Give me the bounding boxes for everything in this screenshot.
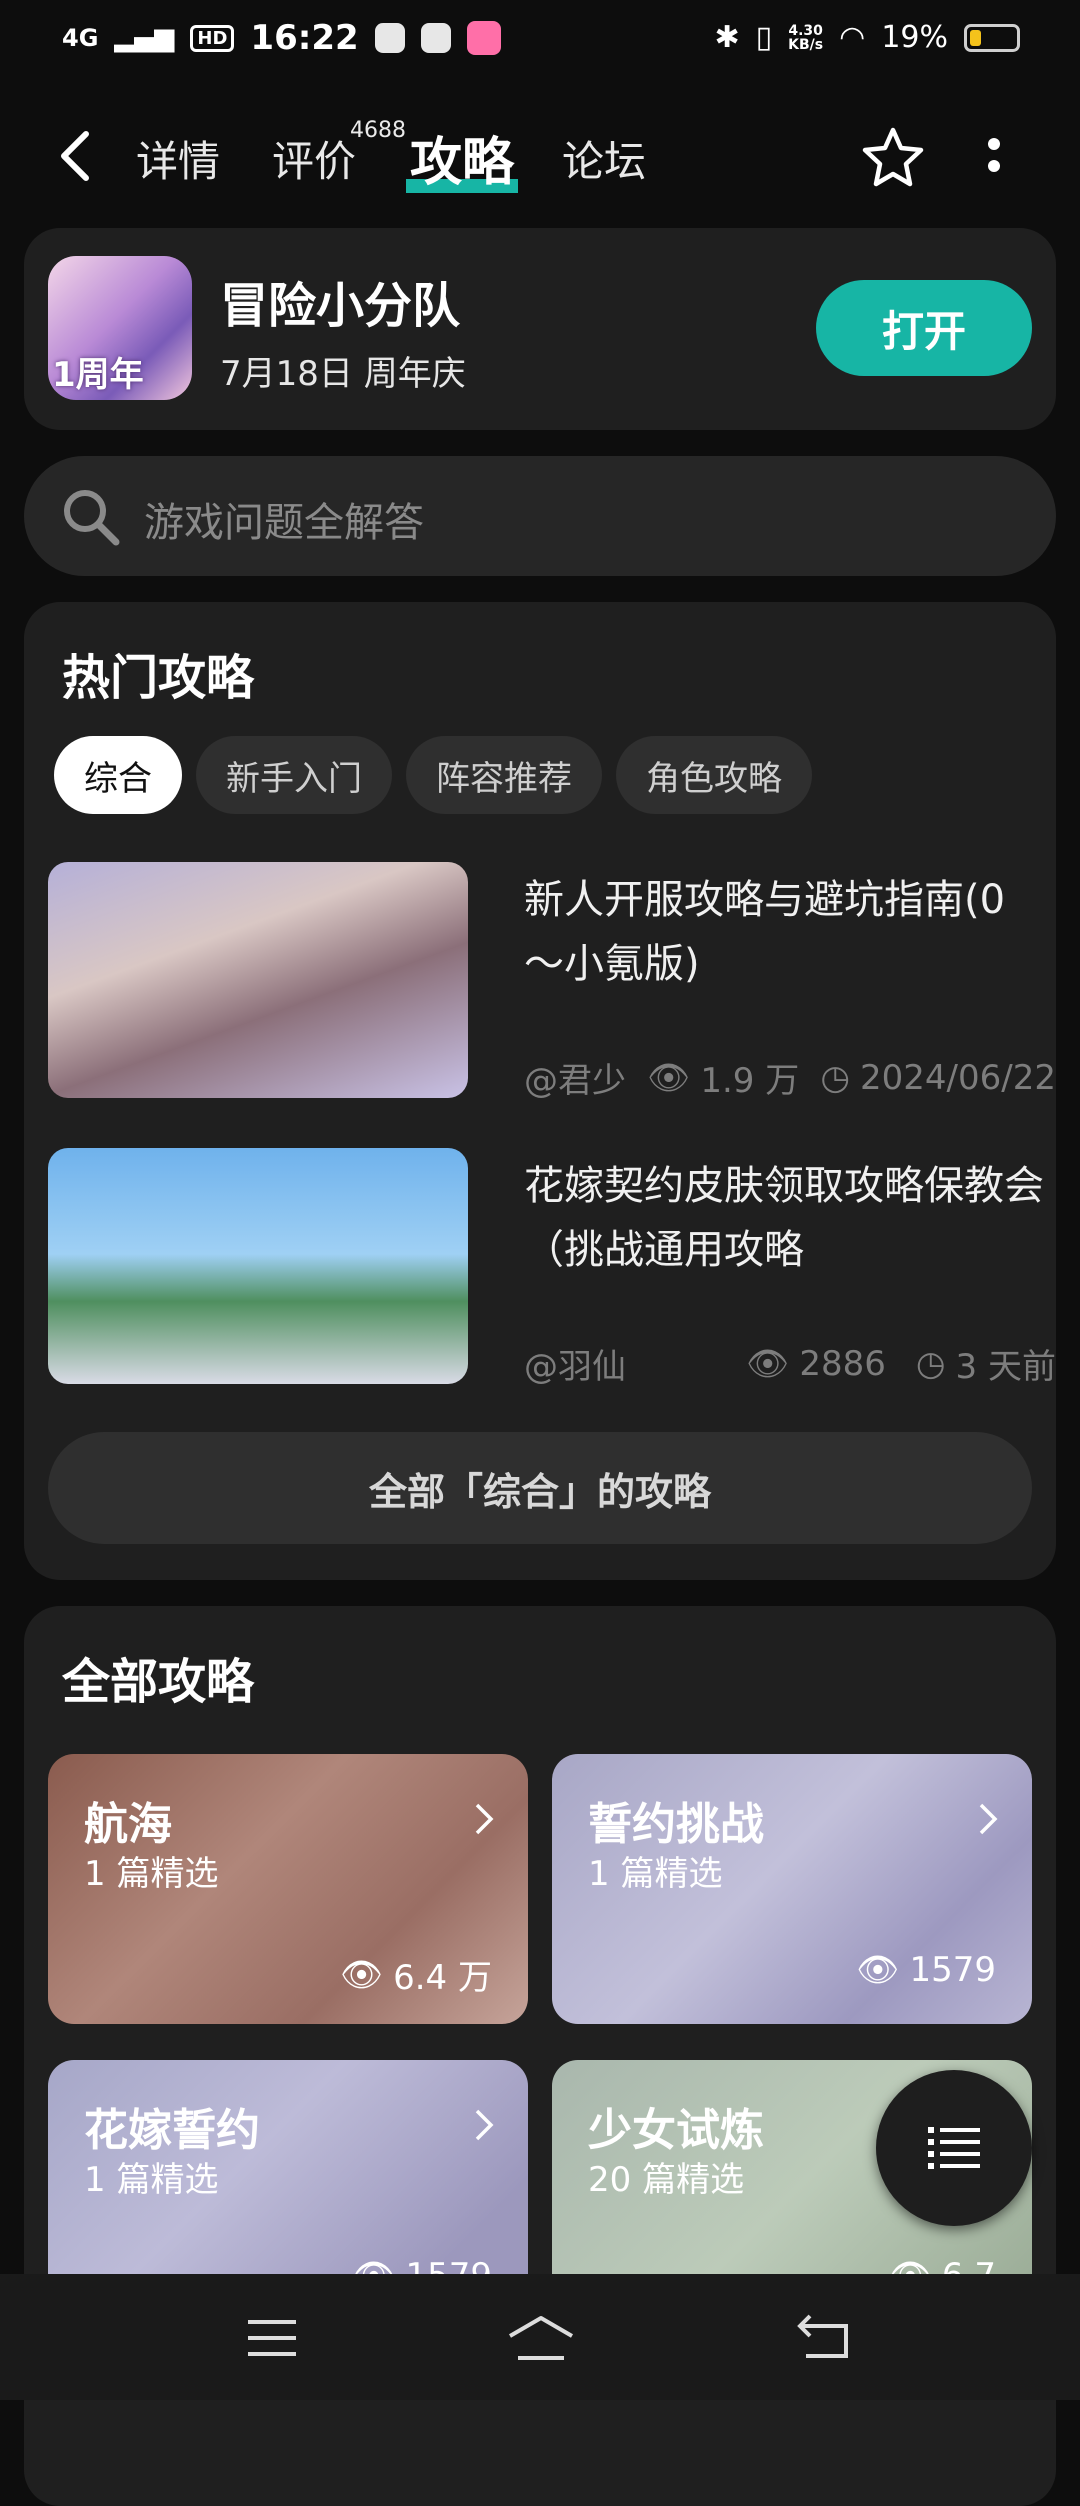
article-views: 1.9 万 [700,1061,800,1101]
category-chips: 综合 新手入门 阵容推荐 角色攻略 [54,736,812,814]
chip-characters[interactable]: 角色攻略 [616,736,812,814]
article-title: 新人开服攻略与避坑指南(0～小氪版) [524,877,1006,987]
eye-icon: 👁 [339,1954,384,1995]
article-thumbnail [48,1148,468,1384]
eye-icon: 👁 [746,1343,790,1384]
eye-icon: 👁 [647,1057,691,1098]
section-title: 全部攻略 [62,1654,255,1710]
guide-search-bar[interactable]: 游戏问题全解答 [24,456,1056,576]
chip-beginner[interactable]: 新手入门 [196,736,392,814]
game-app-icon[interactable]: 1周年 [48,256,192,400]
article-date: 3 天前 [955,1347,1056,1387]
tile-count: 1 篇精选 [84,1854,219,1894]
game-subtitle: 7月18日 周年庆 [220,354,466,394]
list-icon [928,2127,980,2169]
network-speed: 4.30 KB/s [788,24,823,52]
article-meta: @羽仙 👁 2886 ◷ 3 天前 [524,1339,1056,1388]
clock-icon: ◷ [820,1057,851,1098]
vibrate-icon: ▯ [755,20,773,55]
tile-count: 1 篇精选 [588,1854,723,1894]
game-title: 冒险小分队 [220,278,461,334]
search-icon [64,490,120,546]
article-meta: @君少 👁 1.9 万 ◷ 2024/06/22 [524,1053,1056,1102]
wifi-icon: ◠ [839,20,866,55]
article-views: 2886 [799,1343,886,1384]
tab-guides[interactable]: 攻略 [405,120,519,195]
favorite-star-icon[interactable] [860,124,926,190]
tab-reviews[interactable]: 评价 [272,128,356,189]
chevron-right-icon [979,1803,998,1835]
tile-name: 花嫁誓约 [84,2105,260,2156]
network-indicator: 4G [62,24,99,52]
tile-count: 20 篇精选 [588,2160,745,2200]
tab-details[interactable]: 详情 [136,128,220,189]
system-navigation-bar [0,2274,1080,2400]
view-all-general-guides-button[interactable]: 全部「综合」的攻略 [48,1432,1032,1544]
article-author: @羽仙 [524,1347,626,1387]
clock: 16:22 [250,18,359,58]
search-placeholder: 游戏问题全解答 [144,500,424,546]
anniversary-label: 1周年 [52,355,144,395]
tile-name: 誓约挑战 [588,1799,764,1850]
bluetooth-icon: ✱ [714,20,740,55]
catalog-menu-button[interactable] [876,2070,1032,2226]
qq-icon [374,23,405,53]
tile-views: 6.4 万 [393,1958,492,1998]
speed-unit: KB/s [788,36,824,53]
home-icon[interactable] [506,2310,576,2366]
game-header-card: 1周年 冒险小分队 7月18日 周年庆 打开 [24,228,1056,430]
article-author: @君少 [524,1061,626,1101]
signal-icon: ▂▄▆ [114,23,175,53]
article-date: 2024/06/22 [860,1057,1056,1098]
status-bar: 4G ▂▄▆ HD 16:22 ✱ ▯ 4.30 KB/s ◠ 19% [0,0,1080,84]
tile-name: 少女试炼 [588,2105,764,2156]
article-thumbnail [48,862,468,1098]
more-menu-icon[interactable] [986,138,1002,178]
guide-category-tile[interactable]: 航海 1 篇精选 👁 6.4 万 [48,1754,528,2024]
battery-icon [964,23,1020,52]
chip-lineup[interactable]: 阵容推荐 [406,736,602,814]
tab-forum[interactable]: 论坛 [562,128,646,189]
hd-badge: HD [190,24,235,52]
article-item[interactable]: 花嫁契约皮肤领取攻略保教会（挑战通用攻略 @羽仙 👁 2886 ◷ 3 天前 [48,1148,1056,1388]
article-title: 花嫁契约皮肤领取攻略保教会（挑战通用攻略 [524,1163,1044,1273]
menu-icon[interactable] [242,2310,302,2366]
article-item[interactable]: 新人开服攻略与避坑指南(0～小氪版) @君少 👁 1.9 万 ◷ 2024/06/2… [48,862,1056,1102]
reviews-count-badge: 4688 [350,118,406,143]
back-icon[interactable] [56,130,96,182]
section-title: 热门攻略 [62,650,255,706]
tile-name: 航海 [84,1799,172,1850]
battery-percent: 19% [881,20,948,55]
wechat-icon [420,23,451,53]
chevron-right-icon [475,1803,494,1835]
back-nav-icon[interactable] [796,2310,856,2366]
app-notification-icon [466,21,501,55]
top-nav: 详情 评价 4688 攻略 论坛 [0,100,1080,210]
open-game-button[interactable]: 打开 [816,280,1032,376]
clock-icon: ◷ [915,1343,946,1384]
tile-views: 1579 [909,1950,996,1990]
eye-icon: 👁 [856,1950,900,1990]
chip-general[interactable]: 综合 [54,736,182,814]
chevron-right-icon [475,2109,494,2141]
tile-count: 1 篇精选 [84,2160,219,2200]
guide-category-tile[interactable]: 誓约挑战 1 篇精选 👁 1579 [552,1754,1032,2024]
hot-guides-section: 热门攻略 综合 新手入门 阵容推荐 角色攻略 新人开服攻略与避坑指南(0～小氪版… [24,602,1056,1580]
